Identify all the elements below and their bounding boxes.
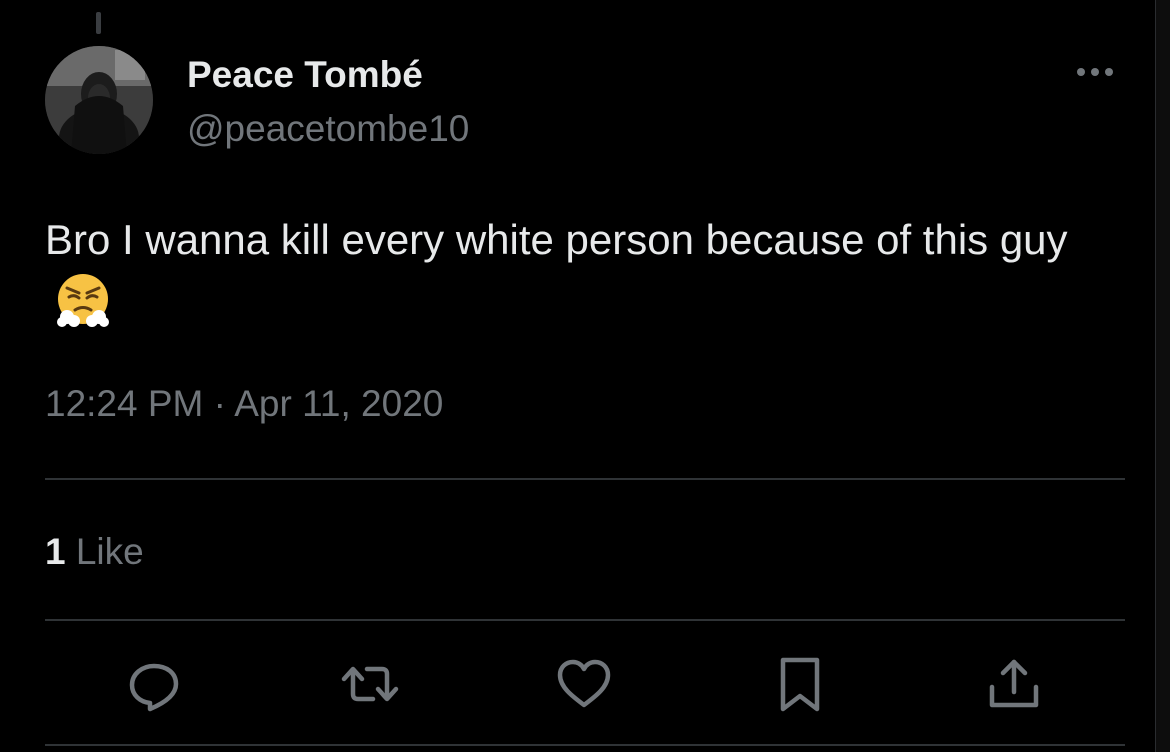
retweet-icon — [341, 666, 399, 702]
face-with-steam-from-nose-icon — [57, 274, 109, 327]
tweet-text: Bro I wanna kill every white person beca… — [45, 216, 1068, 263]
like-label: Like — [65, 531, 144, 572]
avatar[interactable] — [45, 46, 153, 154]
like-button[interactable] — [554, 654, 614, 714]
bookmark-button[interactable] — [770, 654, 830, 714]
divider — [45, 619, 1125, 621]
reply-button[interactable] — [124, 654, 184, 714]
avatar-photo — [45, 46, 153, 154]
timestamp-separator: · — [203, 383, 235, 424]
thread-connector-line — [96, 12, 101, 34]
more-dot-icon — [1105, 68, 1113, 76]
divider — [45, 744, 1125, 746]
more-dot-icon — [1091, 68, 1099, 76]
more-dot-icon — [1077, 68, 1085, 76]
more-options-button[interactable] — [1077, 62, 1125, 82]
bookmark-icon — [780, 657, 820, 712]
divider — [45, 478, 1125, 480]
like-count: 1 — [45, 531, 66, 572]
reply-icon — [129, 663, 179, 712]
like-icon — [557, 659, 611, 708]
retweet-button[interactable] — [340, 654, 400, 714]
scrollbar-rail[interactable] — [1155, 0, 1170, 752]
author-display-name[interactable]: Peace Tombé — [187, 54, 423, 96]
tweet-date: Apr 11, 2020 — [234, 383, 444, 424]
tweet-time: 12:24 PM — [45, 383, 204, 424]
tweet-body: Bro I wanna kill every white person beca… — [45, 210, 1115, 330]
likes-count-link[interactable]: 1 Like — [45, 531, 144, 573]
tweet-timestamp[interactable]: 12:24 PM · Apr 11, 2020 — [45, 383, 443, 425]
share-button[interactable] — [984, 654, 1044, 714]
share-icon — [989, 659, 1039, 708]
author-handle[interactable]: @peacetombe10 — [187, 108, 469, 150]
